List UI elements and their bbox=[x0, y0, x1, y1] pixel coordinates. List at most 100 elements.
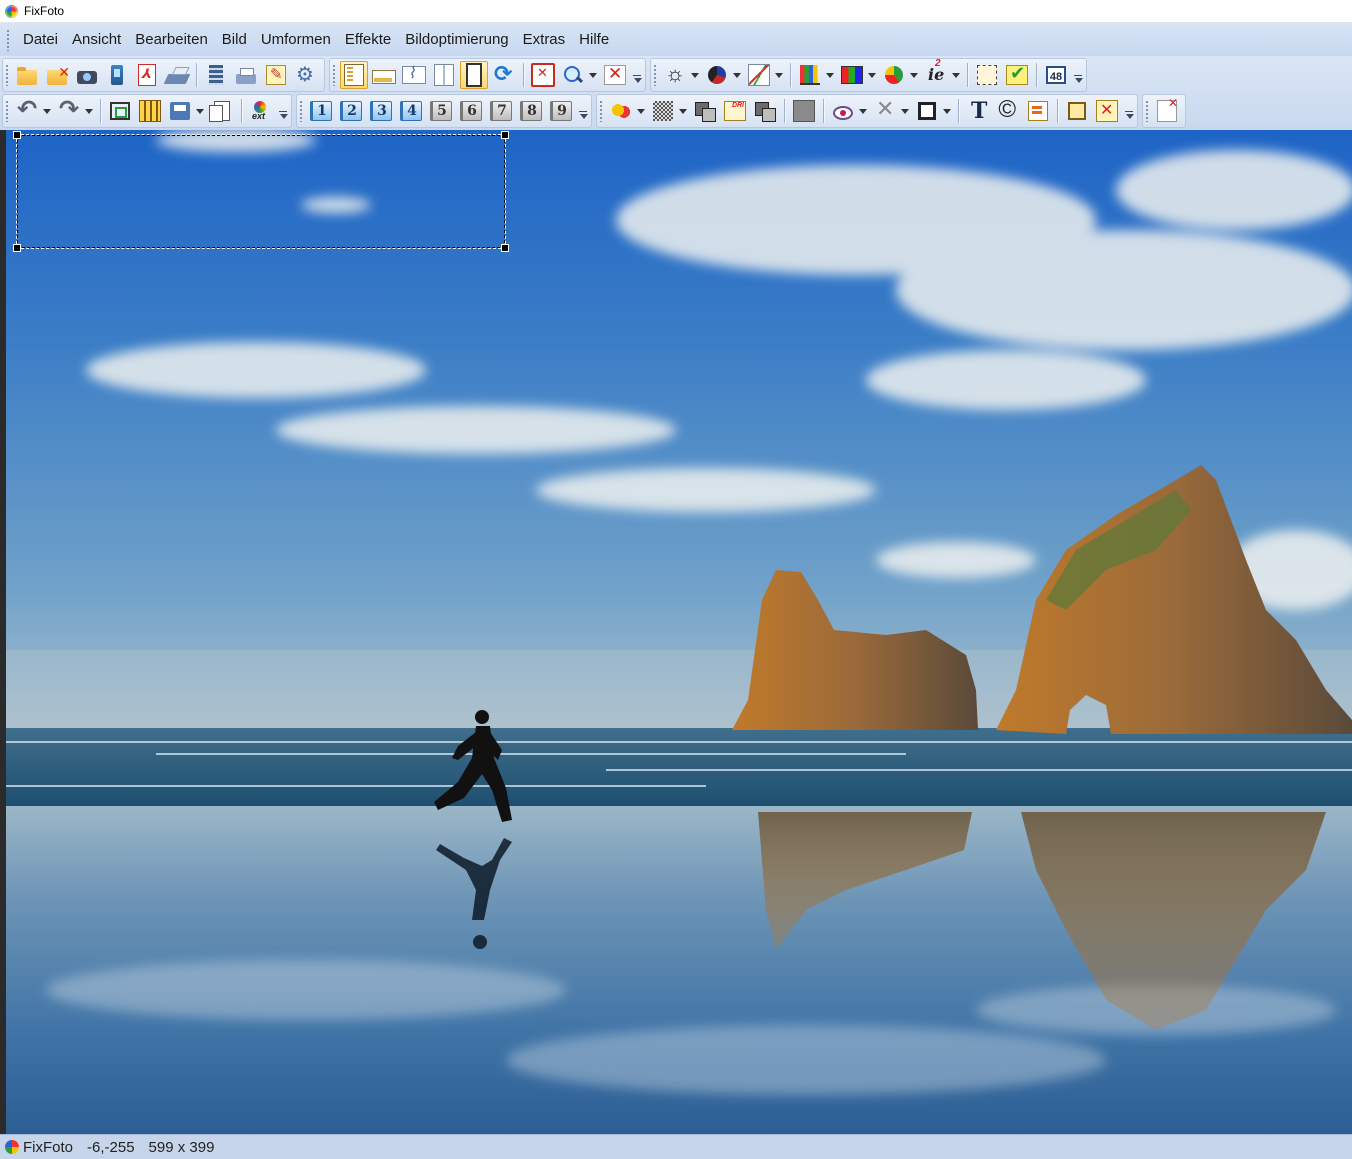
preset-1-button[interactable]: 1 bbox=[307, 97, 335, 125]
size-48-button[interactable]: 48 bbox=[1042, 61, 1070, 89]
selection-handle-top-right[interactable] bbox=[501, 131, 509, 139]
marquee-selection[interactable] bbox=[13, 131, 509, 252]
menu-bearbeiten[interactable]: Bearbeiten bbox=[128, 28, 215, 51]
save-button[interactable] bbox=[166, 97, 194, 125]
exit-button[interactable] bbox=[1153, 96, 1181, 125]
split-view-button[interactable] bbox=[430, 61, 458, 89]
preset-7-button[interactable]: 7 bbox=[487, 97, 515, 125]
red-eye-button[interactable] bbox=[829, 97, 857, 125]
save-dropdown[interactable] bbox=[195, 97, 205, 125]
brightness-dropdown[interactable] bbox=[690, 61, 700, 89]
menu-effekte[interactable]: Effekte bbox=[338, 28, 398, 51]
zoom-dropdown[interactable] bbox=[588, 61, 598, 89]
filmstrip-button[interactable] bbox=[370, 61, 398, 89]
beach-photo[interactable] bbox=[6, 130, 1352, 1134]
brightness-button[interactable] bbox=[661, 61, 689, 89]
selection-button[interactable] bbox=[973, 61, 1001, 89]
redo-dropdown[interactable] bbox=[84, 97, 94, 125]
camera-import-button[interactable] bbox=[73, 61, 101, 89]
dri-button[interactable] bbox=[721, 97, 749, 125]
toolbar-overflow-chevron[interactable] bbox=[578, 97, 588, 125]
preset-6-button[interactable]: 6 bbox=[457, 97, 485, 125]
remove-button[interactable] bbox=[1093, 97, 1121, 125]
color-balance-dropdown[interactable] bbox=[909, 61, 919, 89]
close-file-button[interactable] bbox=[43, 61, 71, 89]
frame-dropdown[interactable] bbox=[942, 97, 952, 125]
rgb-button[interactable] bbox=[838, 61, 866, 89]
print-button[interactable] bbox=[232, 61, 260, 89]
filmstrip-edit-button[interactable] bbox=[136, 97, 164, 125]
menu-umformen[interactable]: Umformen bbox=[254, 28, 338, 51]
external-button[interactable] bbox=[247, 97, 275, 125]
batch-list-button[interactable] bbox=[202, 61, 230, 89]
toolbar-grip[interactable] bbox=[332, 64, 336, 86]
refresh-button[interactable] bbox=[490, 61, 518, 89]
copyright-button[interactable] bbox=[994, 96, 1022, 125]
fit-window-button[interactable] bbox=[529, 61, 557, 89]
toolbar-grip[interactable] bbox=[653, 64, 657, 86]
preset-3-button[interactable]: 3 bbox=[367, 97, 395, 125]
selection-handle-bottom-right[interactable] bbox=[501, 244, 509, 252]
noise-button[interactable] bbox=[649, 97, 677, 125]
settings-button[interactable] bbox=[292, 61, 320, 89]
menu-bild[interactable]: Bild bbox=[215, 28, 254, 51]
toolbar-grip[interactable] bbox=[5, 100, 9, 122]
levels-dropdown[interactable] bbox=[825, 61, 835, 89]
pdf-export-button[interactable] bbox=[133, 61, 161, 89]
browser-panel-button[interactable] bbox=[340, 61, 368, 89]
lines-dropdown[interactable] bbox=[900, 97, 910, 125]
border-button[interactable] bbox=[1063, 97, 1091, 125]
zoom-button[interactable] bbox=[559, 61, 587, 89]
masks-dropdown[interactable] bbox=[636, 97, 646, 125]
levels-button[interactable] bbox=[796, 61, 824, 89]
menubar-grip[interactable] bbox=[6, 28, 10, 51]
selection-handle-bottom-left[interactable] bbox=[13, 244, 21, 252]
toolbar-overflow-chevron[interactable] bbox=[1124, 97, 1134, 125]
color-dropdown[interactable] bbox=[732, 61, 742, 89]
toolbar-overflow-chevron[interactable] bbox=[278, 97, 288, 125]
selection-handle-top-left[interactable] bbox=[13, 131, 21, 139]
color-button[interactable] bbox=[703, 61, 731, 89]
scanner-button[interactable] bbox=[163, 61, 191, 89]
toolbar-grip[interactable] bbox=[1145, 100, 1149, 122]
edit-button[interactable] bbox=[262, 61, 290, 89]
info-panel-button[interactable] bbox=[460, 61, 488, 89]
toolbar-overflow-chevron[interactable] bbox=[1073, 61, 1083, 89]
text-effect-dropdown[interactable] bbox=[951, 61, 961, 89]
close-image-button[interactable] bbox=[601, 61, 629, 89]
copy-button[interactable] bbox=[208, 97, 236, 125]
curves-button[interactable] bbox=[745, 61, 773, 89]
frame-button[interactable] bbox=[913, 97, 941, 125]
calendar-button[interactable] bbox=[1024, 97, 1052, 125]
menu-datei[interactable]: Datei bbox=[16, 28, 65, 51]
preset-5-button[interactable]: 5 bbox=[427, 97, 455, 125]
rgb-dropdown[interactable] bbox=[867, 61, 877, 89]
color-balance-button[interactable] bbox=[880, 61, 908, 89]
preset-9-button[interactable]: 9 bbox=[547, 97, 575, 125]
phone-import-button[interactable] bbox=[103, 61, 131, 89]
histogram-button[interactable] bbox=[400, 61, 428, 89]
text-effect-button[interactable] bbox=[922, 58, 950, 89]
preset-2-button[interactable]: 2 bbox=[337, 97, 365, 125]
open-folder-button[interactable] bbox=[13, 61, 41, 89]
lines-button[interactable] bbox=[871, 96, 899, 125]
redo-button[interactable] bbox=[55, 95, 83, 125]
layer-button[interactable] bbox=[691, 97, 719, 125]
toolbar-overflow-chevron[interactable] bbox=[632, 61, 642, 89]
fill-button[interactable] bbox=[790, 97, 818, 125]
masks-button[interactable] bbox=[607, 97, 635, 125]
toolbar-grip[interactable] bbox=[5, 64, 9, 86]
text-button[interactable] bbox=[964, 97, 992, 125]
toolbar-grip[interactable] bbox=[599, 100, 603, 122]
preset-8-button[interactable]: 8 bbox=[517, 97, 545, 125]
menu-hilfe[interactable]: Hilfe bbox=[572, 28, 616, 51]
overlay-button[interactable] bbox=[751, 97, 779, 125]
undo-button[interactable] bbox=[13, 95, 41, 125]
menu-ansicht[interactable]: Ansicht bbox=[65, 28, 128, 51]
undo-dropdown[interactable] bbox=[42, 97, 52, 125]
apply-button[interactable] bbox=[1003, 61, 1031, 89]
red-eye-dropdown[interactable] bbox=[858, 97, 868, 125]
toolbar-grip[interactable] bbox=[299, 100, 303, 122]
noise-dropdown[interactable] bbox=[678, 97, 688, 125]
compare-button[interactable] bbox=[106, 97, 134, 125]
